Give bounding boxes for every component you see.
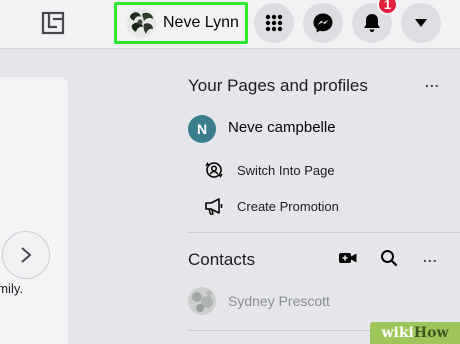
gaming-icon[interactable] — [40, 10, 66, 36]
messenger-button[interactable] — [303, 3, 343, 43]
top-navigation-bar: Neve Lynn 1 — [0, 0, 460, 49]
pages-section-title: Your Pages and profiles — [188, 76, 368, 95]
wikihow-watermark: wiki How — [370, 322, 460, 344]
feed-snippet-text: amily. — [0, 281, 23, 296]
contacts-more-button[interactable]: ... — [423, 249, 438, 265]
notification-badge: 1 — [377, 0, 398, 15]
switch-profile-icon — [205, 162, 223, 178]
new-room-button[interactable] — [338, 250, 358, 271]
profile-avatar — [126, 8, 156, 38]
account-menu-button[interactable] — [401, 3, 441, 43]
search-icon — [381, 250, 398, 267]
grid-icon — [265, 14, 283, 32]
create-promotion-item[interactable]: Create Promotion — [203, 196, 339, 216]
bell-icon — [364, 14, 380, 32]
switch-into-page-item[interactable]: Switch Into Page — [203, 160, 335, 180]
next-arrow-button[interactable] — [2, 231, 50, 279]
create-promotion-label: Create Promotion — [237, 198, 339, 214]
video-plus-icon — [339, 253, 357, 263]
feed-card: amily. — [0, 77, 68, 344]
profile-button[interactable]: Neve Lynn — [114, 2, 248, 44]
contact-avatar — [188, 287, 216, 315]
megaphone-icon — [205, 198, 223, 215]
watermark-part2: How — [413, 325, 449, 341]
switch-into-page-label: Switch Into Page — [237, 162, 335, 178]
contact-name: Sydney Prescott — [228, 293, 330, 309]
profile-name: Neve Lynn — [163, 14, 239, 31]
page-name-link[interactable]: Neve campbelle — [228, 119, 336, 136]
caret-down-icon — [415, 19, 427, 27]
watermark-part1: wiki — [381, 325, 414, 341]
messenger-icon — [313, 13, 333, 33]
contacts-search-button[interactable] — [380, 249, 398, 272]
menu-grid-button[interactable] — [254, 3, 294, 43]
page-avatar: N — [188, 115, 216, 143]
chevron-right-icon — [21, 247, 32, 263]
contacts-section-title: Contacts — [188, 250, 256, 269]
section-divider — [188, 232, 460, 233]
pages-more-button[interactable]: ... — [425, 74, 440, 90]
contact-item[interactable]: Sydney Prescott — [188, 287, 330, 315]
